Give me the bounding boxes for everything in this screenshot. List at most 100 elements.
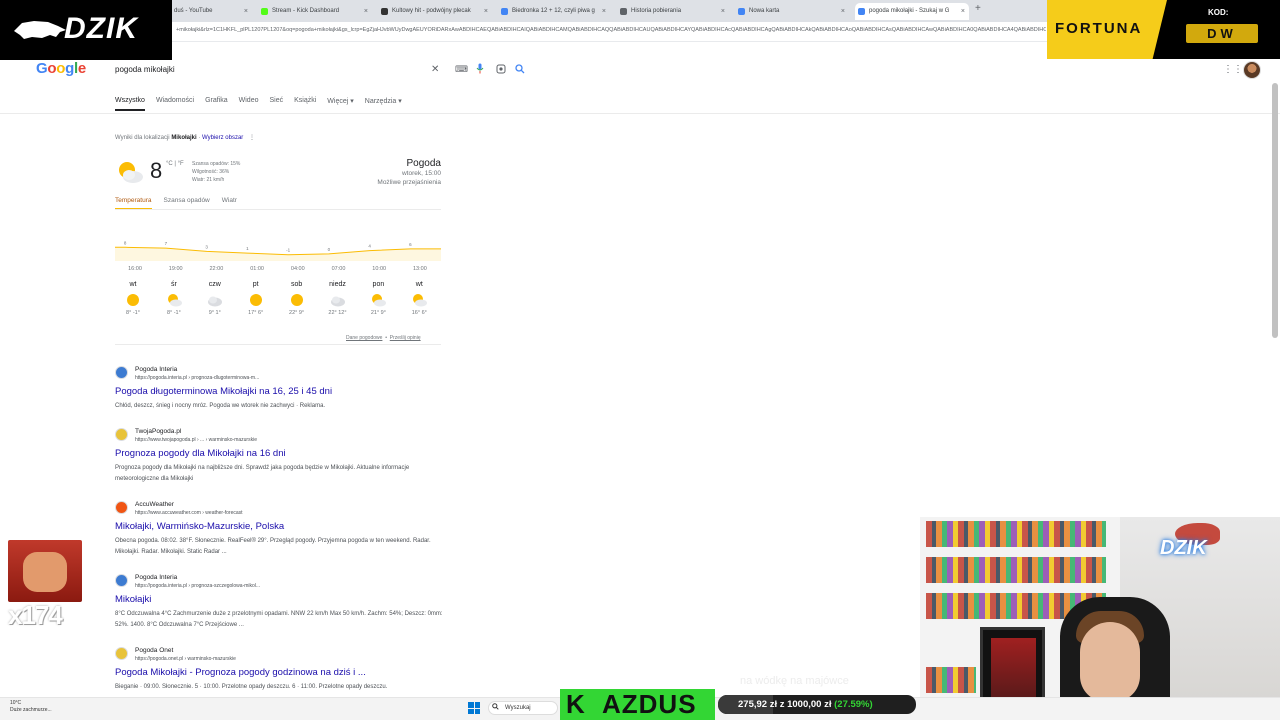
- close-tab-icon[interactable]: ×: [244, 3, 248, 20]
- url-text[interactable]: +mikołajki&rlz=1C1HKFL_plPL1207PL1207&oq…: [176, 27, 1046, 33]
- tab-news[interactable]: Wiadomości: [156, 97, 194, 111]
- feedback-link[interactable]: Prześlij opinię: [390, 335, 421, 341]
- lens-icon[interactable]: [496, 64, 506, 74]
- fridge: [980, 627, 1045, 707]
- browser-tab[interactable]: duś - YouTube ×: [160, 3, 252, 20]
- result-site-name[interactable]: Pogoda Onet: [135, 647, 173, 654]
- tab-books[interactable]: Książki: [294, 97, 316, 111]
- tab-all[interactable]: Wszystko: [115, 97, 145, 111]
- current-temperature: 8: [150, 158, 163, 183]
- close-tab-icon[interactable]: ×: [961, 3, 965, 20]
- avatar[interactable]: [1243, 61, 1261, 79]
- day-forecast[interactable]: sob 22° 9°: [282, 281, 312, 316]
- result-title-link[interactable]: Mikołajki: [115, 594, 151, 605]
- emote-face: [23, 552, 67, 592]
- keyboard-icon[interactable]: ⌨: [455, 64, 468, 75]
- browser-tab[interactable]: Stream - Kick Dashboard ×: [258, 3, 372, 20]
- result-url[interactable]: https://pogoda.interia.pl › prognoza-szc…: [135, 583, 260, 589]
- location-menu-icon[interactable]: ⋮: [249, 135, 255, 141]
- result-site-name[interactable]: TwojaPogoda.pl: [135, 428, 181, 435]
- webcam-feed: DZIK: [920, 517, 1280, 720]
- location-separator: ·: [198, 135, 201, 141]
- weather-data-link[interactable]: Dane pogodowe: [346, 335, 382, 341]
- google-logo[interactable]: Google: [36, 60, 86, 77]
- site-favicon-icon: [115, 647, 128, 660]
- search-input[interactable]: pogoda mikołajki: [115, 65, 175, 74]
- weather-time: wtorek, 15:00: [401, 170, 441, 177]
- day-forecast[interactable]: wt 16° 6°: [404, 281, 434, 316]
- close-tab-icon[interactable]: ×: [602, 3, 606, 20]
- goal-progress-text: 275,92 zł z 1000,00 zł (27.59%): [738, 695, 873, 714]
- close-tab-icon[interactable]: ×: [364, 3, 368, 20]
- result-site-name[interactable]: Pogoda Interia: [135, 574, 177, 581]
- taskbar-weather[interactable]: 10°C Duże zachmurze...: [10, 700, 52, 714]
- weather-footer-separator: •: [385, 335, 387, 341]
- day-forecast[interactable]: pon 21° 9°: [363, 281, 393, 316]
- tab-label: duś - YouTube: [174, 8, 213, 14]
- tab-videos[interactable]: Wideo: [239, 97, 259, 111]
- tab-label: Kultowy hit - podwójny plecak: [392, 8, 471, 14]
- streamer-face: [1080, 622, 1140, 702]
- new-tab-button[interactable]: +: [975, 3, 981, 14]
- microphone-icon[interactable]: [476, 63, 484, 74]
- page-scrollbar[interactable]: [1272, 83, 1278, 338]
- location-line: Wyniki dla lokalizacji Mikołajki · Wybie…: [115, 134, 255, 141]
- tab-tools[interactable]: Narzędzia ▾: [365, 97, 402, 111]
- weather-condition: Możliwe przejaśnienia: [377, 179, 441, 186]
- result-title-link[interactable]: Pogoda długoterminowa Mikołajki na 16, 2…: [115, 386, 332, 397]
- temperature-unit-toggle[interactable]: °C | °F: [166, 161, 184, 167]
- weather-tabs-divider: [115, 209, 441, 210]
- result-title-link[interactable]: Prognoza pogody dla Mikołajki na 16 dni: [115, 448, 286, 459]
- tab-label: Stream - Kick Dashboard: [272, 8, 340, 14]
- sunny-icon: [289, 292, 305, 308]
- browser-tab[interactable]: Kultowy hit - podwójny plecak ×: [378, 3, 492, 20]
- browser-tab[interactable]: Biedronka 12 + 12, czyli piwa g ×: [498, 3, 610, 20]
- close-tab-icon[interactable]: ×: [484, 3, 488, 20]
- result-site-name[interactable]: Pogoda Interia: [135, 366, 177, 373]
- choose-area-link[interactable]: Wybierz obszar: [202, 135, 243, 141]
- browser-tab[interactable]: pogoda mikołajki - Szukaj w G ×: [855, 3, 969, 20]
- logo-letter-o2: o: [56, 60, 66, 77]
- tab-web[interactable]: Sieć: [269, 97, 283, 111]
- day-forecast[interactable]: śr 8° -1°: [159, 281, 189, 316]
- result-url[interactable]: https://pogoda.interia.pl › prognoza-dlu…: [135, 375, 259, 381]
- sponsor-code-label: KOD:: [1208, 8, 1229, 17]
- tab-label: Biedronka 12 + 12, czyli piwa g: [512, 8, 595, 14]
- precipitation-chance: Szansa opadów: 15%: [192, 161, 241, 167]
- result-url[interactable]: https://www.twojapogoda.pl › ... › warmi…: [135, 437, 257, 443]
- close-tab-icon[interactable]: ×: [841, 3, 845, 20]
- tab-favicon-icon: [381, 8, 388, 15]
- weather-card-divider: [115, 344, 441, 345]
- site-favicon-icon: [115, 366, 128, 379]
- tab-images[interactable]: Grafika: [205, 97, 228, 111]
- day-forecast[interactable]: niedz 22° 12°: [323, 281, 353, 316]
- windows-start-icon[interactable]: [468, 702, 480, 714]
- day-forecast[interactable]: czw 9° 1°: [200, 281, 230, 316]
- logo-letter-g: G: [36, 60, 48, 77]
- day-forecast[interactable]: pt 17° 6°: [241, 281, 271, 316]
- result-site-name[interactable]: AccuWeather: [135, 501, 174, 508]
- day-temps: 17° 6°: [248, 310, 264, 316]
- search-icon[interactable]: [515, 64, 525, 74]
- stream-logo-text: DZIK: [64, 12, 138, 45]
- partly-sunny-icon: [370, 292, 387, 308]
- weather-summary: Pogoda wtorek, 15:00 Możliwe przejaśnien…: [330, 158, 441, 187]
- result-title-link[interactable]: Mikołajki, Warmińsko-Mazurskie, Polska: [115, 521, 284, 532]
- result-title-link[interactable]: Pogoda Mikołajki - Prognoza pogody godzi…: [115, 667, 366, 678]
- day-forecast[interactable]: wt 8° -1°: [118, 281, 148, 316]
- browser-tab[interactable]: Nowa karta ×: [735, 3, 849, 20]
- result-url[interactable]: https://www.accuweather.com › weather-fo…: [135, 510, 243, 516]
- result-url[interactable]: https://pogoda.onet.pl › warminsko-mazur…: [135, 656, 236, 662]
- partly-sunny-icon: [166, 292, 182, 308]
- day-temps: 22° 12°: [328, 310, 347, 316]
- clear-search-icon[interactable]: ✕: [431, 64, 439, 75]
- boar-icon: [14, 21, 66, 39]
- hourly-temp-label: 6: [409, 242, 412, 247]
- result-snippet: 8°C Odczuwalna 4°C Zachmurzenie duże z p…: [115, 611, 443, 628]
- browser-tab[interactable]: Historia pobierania ×: [617, 3, 729, 20]
- weather-footer: Dane pogodowe • Prześlij opinię: [346, 335, 421, 341]
- hourly-temp-label: 0: [328, 247, 331, 252]
- tab-more[interactable]: Więcej ▾: [327, 97, 353, 111]
- logo-letter-o1: o: [47, 60, 57, 77]
- close-tab-icon[interactable]: ×: [721, 3, 725, 20]
